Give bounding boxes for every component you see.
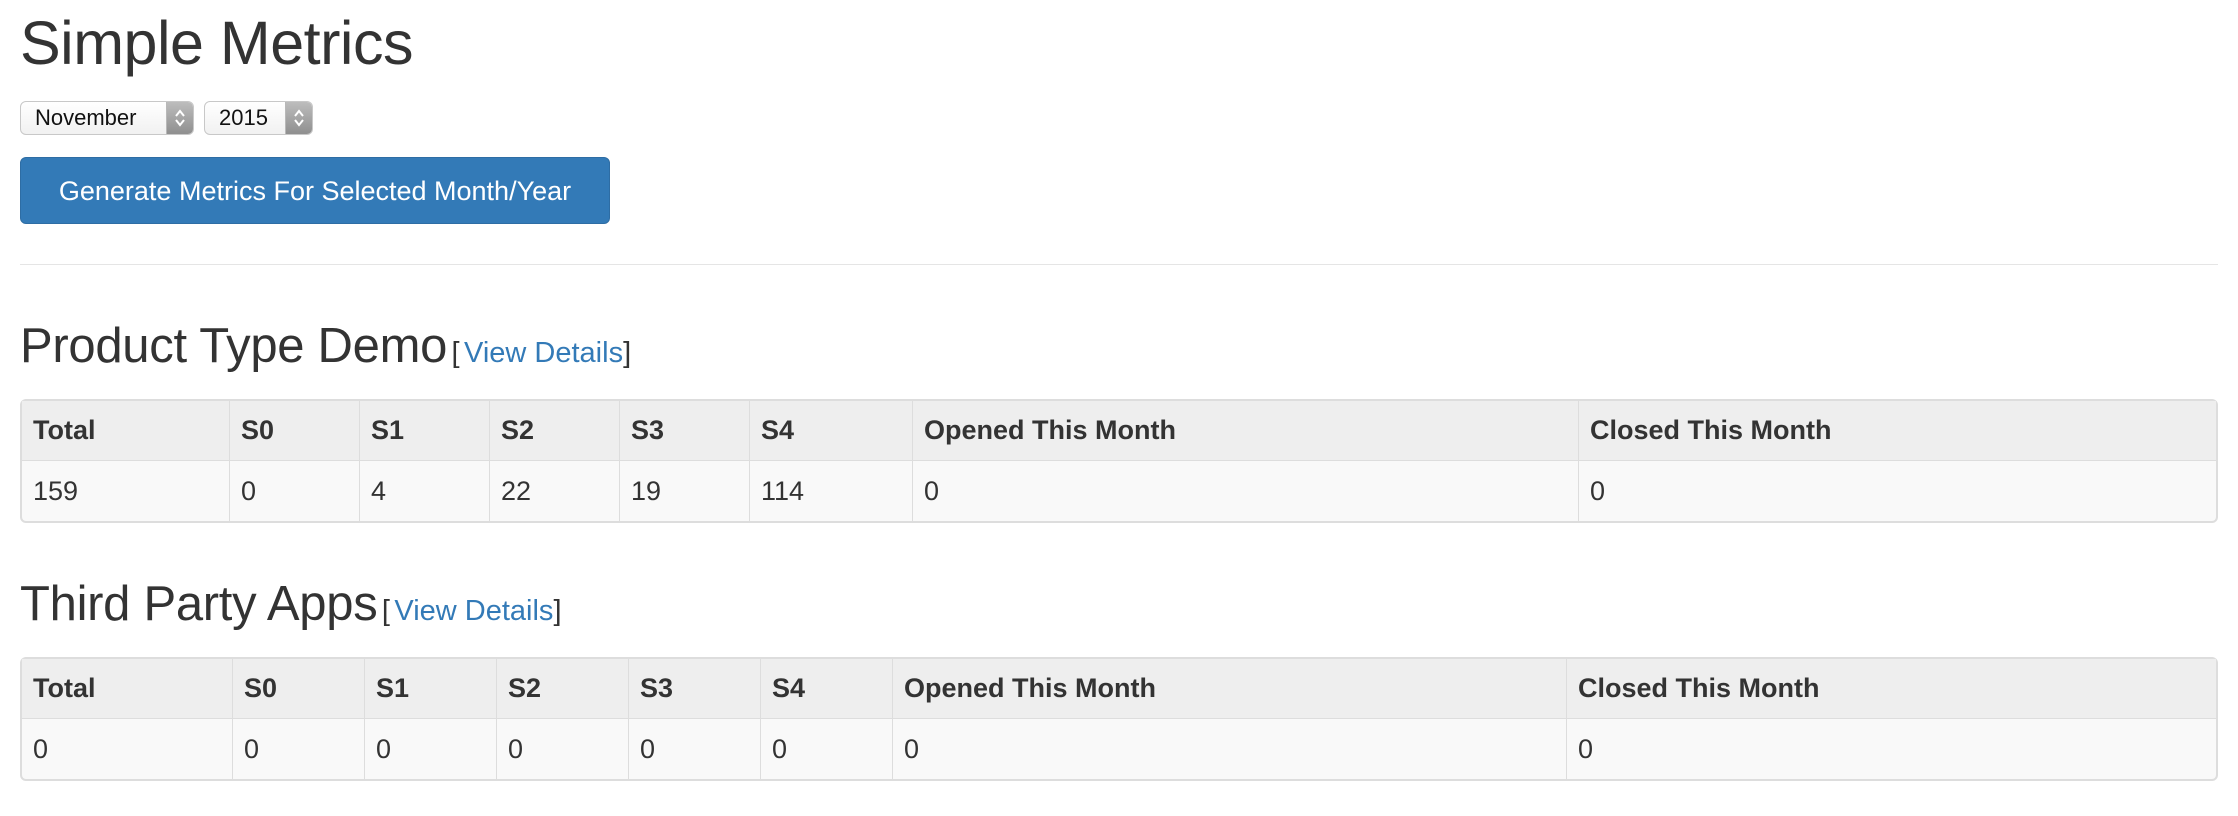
column-header-s2: S2 <box>497 659 629 719</box>
cell-total: 159 <box>22 461 230 521</box>
cell-total: 0 <box>22 719 233 779</box>
column-header-s1: S1 <box>365 659 497 719</box>
cell-opened: 0 <box>893 719 1567 779</box>
table-row: 0 0 0 0 0 0 0 0 <box>22 719 2216 779</box>
bracket-close: ] <box>553 595 562 627</box>
cell-closed: 0 <box>1578 733 1594 764</box>
date-filters: November 2015 <box>20 101 313 135</box>
column-header-opened: Opened This Month <box>893 659 1567 719</box>
section-title: Third Party Apps <box>20 577 378 631</box>
cell-s0: 0 <box>230 461 360 521</box>
table-header-row: Total S0 S1 S2 S3 S4 Opened This Month C… <box>22 659 2216 719</box>
view-details-link[interactable]: View Details <box>394 595 553 627</box>
column-header-s2: S2 <box>490 401 620 461</box>
metrics-table-third-party-apps: Total S0 S1 S2 S3 S4 Opened This Month C… <box>20 657 2218 781</box>
column-header-s3: S3 <box>620 401 750 461</box>
column-header-total: Total <box>22 401 230 461</box>
generate-metrics-button[interactable]: Generate Metrics For Selected Month/Year <box>20 157 610 224</box>
column-header-s0: S0 <box>230 401 360 461</box>
year-select[interactable]: 2015 <box>204 101 313 135</box>
view-details-link[interactable]: View Details <box>464 337 623 369</box>
column-header-s4: S4 <box>761 659 893 719</box>
cell-s4: 114 <box>750 461 913 521</box>
cell-s2: 0 <box>497 719 629 779</box>
cell-s0: 0 <box>233 719 365 779</box>
column-header-s4: S4 <box>750 401 913 461</box>
column-header-closed: Closed This Month <box>1567 659 2216 719</box>
up-down-arrows-icon[interactable] <box>166 102 193 134</box>
table-header-row: Total S0 S1 S2 S3 S4 Opened This Month C… <box>22 401 2216 461</box>
cell-s4: 0 <box>761 719 893 779</box>
cell-s2: 22 <box>490 461 620 521</box>
bracket-close: ] <box>623 337 632 369</box>
bracket-open: [ <box>381 595 390 627</box>
cell-s1: 0 <box>365 719 497 779</box>
cell-s1: 4 <box>360 461 490 521</box>
page-title: Simple Metrics <box>20 9 413 77</box>
month-select[interactable]: November <box>20 101 194 135</box>
section-title: Product Type Demo <box>20 319 448 373</box>
section-heading-third-party-apps: Third Party Apps [ View Details] <box>20 576 562 632</box>
cell-closed: 0 <box>1590 475 1606 506</box>
month-select-value: November <box>35 105 137 130</box>
cell-s3: 19 <box>620 461 750 521</box>
table-row: 159 0 4 22 19 114 0 0 <box>22 461 2216 521</box>
bracket-open: [ <box>451 337 460 369</box>
column-header-s0: S0 <box>233 659 365 719</box>
cell-opened: 0 <box>913 461 1579 521</box>
column-header-s3: S3 <box>629 659 761 719</box>
metrics-table-product-type-demo: Total S0 S1 S2 S3 S4 Opened This Month C… <box>20 399 2218 523</box>
divider <box>20 264 2218 265</box>
column-header-opened: Opened This Month <box>913 401 1579 461</box>
section-heading-product-type-demo: Product Type Demo [ View Details] <box>20 318 631 374</box>
up-down-arrows-icon[interactable] <box>285 102 312 134</box>
year-select-value: 2015 <box>219 105 268 130</box>
column-header-s1: S1 <box>360 401 490 461</box>
column-header-closed: Closed This Month <box>1579 401 2216 461</box>
cell-s3: 0 <box>629 719 761 779</box>
column-header-total: Total <box>22 659 233 719</box>
